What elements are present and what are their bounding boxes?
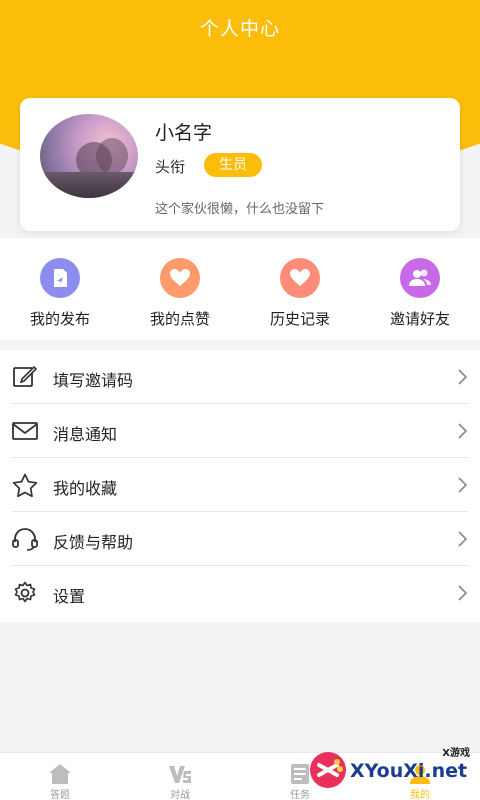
chevron-right-icon: [458, 585, 468, 601]
profile-card[interactable]: 小名字 头衔 生员 这个家伙很懒，什么也没留下: [20, 98, 460, 231]
nav-label: 答题: [50, 790, 70, 800]
menu-item-label: 我的收藏: [53, 479, 118, 498]
nav-item-battle[interactable]: 对战: [120, 753, 240, 800]
quick-action-label: 历史记录: [269, 310, 330, 328]
chevron-right-icon: [458, 369, 468, 385]
page-title: 个人中心: [199, 18, 280, 40]
quick-action-label: 我的点赞: [149, 310, 210, 328]
menu-item-favorites[interactable]: 我的收藏: [0, 458, 480, 512]
profile-page: 个人中心 小名字 头衔 生员 这个家伙很懒，什么也没留下 我的发布 我的点赞 历…: [0, 0, 480, 800]
nav-label: 对战: [170, 790, 190, 800]
quick-action-invite[interactable]: 邀请好友: [360, 238, 480, 340]
menu-item-label: 消息通知: [53, 425, 118, 444]
menu-item-settings[interactable]: 设置: [0, 566, 480, 620]
quick-action-publish[interactable]: 我的发布: [0, 238, 120, 340]
quick-action-label: 邀请好友: [389, 310, 450, 328]
heart-icon: [160, 258, 200, 298]
menu-item-notifications[interactable]: 消息通知: [0, 404, 480, 458]
headset-icon: [12, 528, 38, 551]
chevron-right-icon: [458, 531, 468, 547]
avatar-ground: [40, 172, 138, 198]
edit-icon: [13, 365, 38, 387]
settings-menu: 填写邀请码 消息通知 我的收藏 反馈与帮助 设置: [0, 350, 480, 622]
nav-item-answer[interactable]: 答题: [0, 753, 120, 800]
title-badge: 生员: [204, 153, 262, 177]
watermark: XYouXi.net X游戏: [304, 742, 474, 798]
menu-item-label: 设置: [53, 587, 86, 606]
watermark-subtext: X游戏: [442, 748, 470, 759]
star-icon: [12, 473, 38, 497]
home-icon: [49, 764, 71, 784]
avatar-figure-2: [96, 138, 128, 174]
title-label: 头衔: [155, 158, 186, 176]
quick-action-label: 我的发布: [29, 310, 90, 328]
menu-item-label: 填写邀请码: [53, 371, 134, 390]
friends-icon: [400, 258, 440, 298]
history-heart-icon: [280, 258, 320, 298]
menu-item-feedback[interactable]: 反馈与帮助: [0, 512, 480, 566]
username: 小名字: [155, 122, 213, 144]
chevron-right-icon: [458, 477, 468, 493]
watermark-text: XYouXi.net: [350, 760, 468, 782]
menu-item-invite-code[interactable]: 填写邀请码: [0, 350, 480, 404]
publish-icon: [40, 258, 80, 298]
vs-icon: [169, 766, 191, 783]
quick-action-likes[interactable]: 我的点赞: [120, 238, 240, 340]
avatar[interactable]: [40, 114, 138, 198]
mail-icon: [12, 422, 38, 440]
gamepad-logo-icon: [310, 752, 346, 788]
quick-action-history[interactable]: 历史记录: [240, 238, 360, 340]
quick-actions: 我的发布 我的点赞 历史记录 邀请好友: [0, 238, 480, 340]
chevron-right-icon: [458, 423, 468, 439]
gear-icon: [14, 581, 36, 603]
signature: 这个家伙很懒，什么也没留下: [155, 202, 325, 217]
menu-item-label: 反馈与帮助: [53, 533, 134, 552]
